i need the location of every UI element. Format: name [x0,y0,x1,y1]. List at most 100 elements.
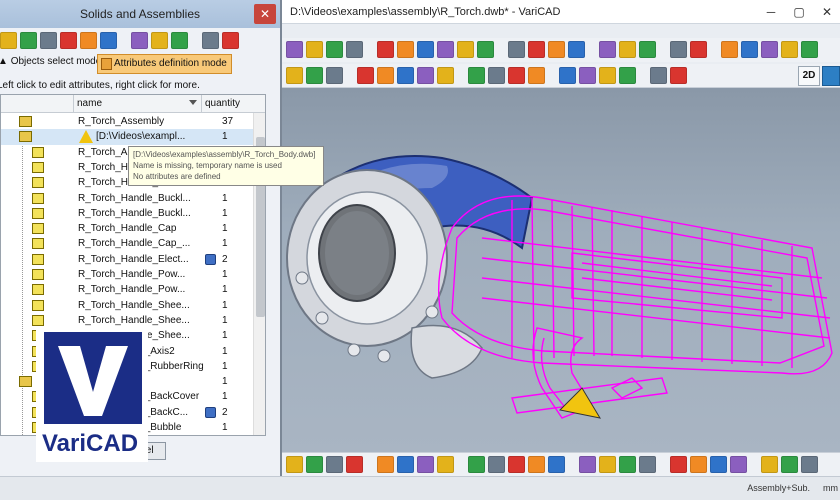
second-toolbar-tool-icon[interactable] [670,67,687,84]
bottom-toolbar-tool-icon[interactable] [730,456,747,473]
dialog-toolbar-tool-icon[interactable] [0,32,17,49]
bottom-toolbar-tool-icon[interactable] [761,456,778,473]
top-toolbar-tool-icon[interactable] [306,41,323,58]
bottom-toolbar-tool-icon[interactable] [548,456,565,473]
bottom-toolbar-tool-icon[interactable] [528,456,545,473]
top-toolbar-tool-icon[interactable] [619,41,636,58]
second-toolbar-tool-icon[interactable] [377,67,394,84]
dialog-toolbar-tool-icon[interactable] [202,32,219,49]
bottom-toolbar-tool-icon[interactable] [639,456,656,473]
bottom-toolbar-tool-icon[interactable] [670,456,687,473]
second-toolbar-tool-icon[interactable] [326,67,343,84]
bottom-toolbar-tool-icon[interactable] [801,456,818,473]
top-toolbar-tool-icon[interactable] [599,41,616,58]
second-toolbar-tool-icon[interactable] [306,67,323,84]
bottom-toolbar-tool-icon[interactable] [508,456,525,473]
dialog-toolbar-tool-icon[interactable] [151,32,168,49]
top-toolbar-tool-icon[interactable] [548,41,565,58]
3d-viewport[interactable] [282,88,840,452]
bottom-toolbar-tool-icon[interactable] [619,456,636,473]
bottom-toolbar-tool-icon[interactable] [710,456,727,473]
second-toolbar-tool-icon[interactable] [286,67,303,84]
second-toolbar-tool-icon[interactable] [357,67,374,84]
second-toolbar-tool-icon[interactable] [528,67,545,84]
second-toolbar-tool-icon[interactable] [397,67,414,84]
top-toolbar-tool-icon[interactable] [346,41,363,58]
dialog-toolbar-tool-icon[interactable] [80,32,97,49]
top-toolbar-tool-icon[interactable] [568,41,585,58]
bottom-toolbar-tool-icon[interactable] [377,456,394,473]
minimize-icon[interactable]: ─ [758,0,784,24]
top-toolbar-tool-icon[interactable] [508,41,525,58]
top-toolbar-tool-icon[interactable] [477,41,494,58]
second-toolbar-tool-icon[interactable] [619,67,636,84]
bottom-toolbar-tool-icon[interactable] [488,456,505,473]
second-toolbar-tool-icon[interactable] [599,67,616,84]
tree-row[interactable]: R_Torch_Handle_Cap 1 [1,221,265,236]
bottom-toolbar-tool-icon[interactable] [326,456,343,473]
top-toolbar-tool-icon[interactable] [690,41,707,58]
bottom-toolbar-tool-icon[interactable] [468,456,485,473]
dialog-close-icon[interactable]: ✕ [254,4,276,24]
tree-row[interactable]: R_Torch_Handle_Buckl... 1 [1,206,265,221]
tree-row[interactable]: R_Torch_Handle_Buckl... 1 [1,191,265,206]
objects-select-mode-button[interactable]: ▲ Objects select mode [0,56,101,67]
bottom-toolbar-tool-icon[interactable] [437,456,454,473]
top-toolbar-tool-icon[interactable] [437,41,454,58]
tree-row[interactable]: [D:\Videos\exampl... 1 [1,129,265,145]
bottom-toolbar-tool-icon[interactable] [599,456,616,473]
bottom-toolbar-tool-icon[interactable] [579,456,596,473]
maximize-icon[interactable]: ▢ [786,0,812,24]
tree-row[interactable]: R_Torch_Handle_Shee... 1 [1,298,265,313]
bottom-toolbar-tool-icon[interactable] [690,456,707,473]
3d-mode-button[interactable] [822,66,840,86]
bottom-toolbar-tool-icon[interactable] [781,456,798,473]
top-toolbar-tool-icon[interactable] [457,41,474,58]
sort-arrow-icon[interactable] [189,100,197,105]
column-header-quantity[interactable]: quantity [201,95,253,113]
2d-mode-button[interactable]: 2D [798,66,820,86]
top-toolbar-tool-icon[interactable] [377,41,394,58]
close-icon[interactable]: ✕ [814,0,840,24]
second-toolbar-tool-icon[interactable] [417,67,434,84]
second-toolbar-tool-icon[interactable] [650,67,667,84]
bottom-toolbar-tool-icon[interactable] [397,456,414,473]
tree-row[interactable]: R_Torch_Handle_Elect... 2 [1,252,265,267]
dialog-toolbar-tool-icon[interactable] [222,32,239,49]
second-toolbar-tool-icon[interactable] [468,67,485,84]
top-toolbar-tool-icon[interactable] [639,41,656,58]
dialog-titlebar[interactable]: Solids and Assemblies ✕ [0,0,280,28]
top-toolbar-tool-icon[interactable] [528,41,545,58]
tree-row[interactable]: R_Torch_Assembly 37 [1,114,265,129]
dialog-toolbar-tool-icon[interactable] [100,32,117,49]
bottom-toolbar-tool-icon[interactable] [306,456,323,473]
dialog-toolbar-tool-icon[interactable] [131,32,148,49]
tree-row[interactable]: R_Torch_Handle_Pow... 1 [1,267,265,282]
top-toolbar-tool-icon[interactable] [417,41,434,58]
dialog-toolbar-tool-icon[interactable] [40,32,57,49]
second-toolbar-tool-icon[interactable] [559,67,576,84]
top-toolbar-tool-icon[interactable] [781,41,798,58]
top-toolbar-tool-icon[interactable] [286,41,303,58]
dialog-toolbar-tool-icon[interactable] [20,32,37,49]
top-toolbar-tool-icon[interactable] [761,41,778,58]
top-toolbar-tool-icon[interactable] [326,41,343,58]
top-toolbar-tool-icon[interactable] [670,41,687,58]
top-toolbar-tool-icon[interactable] [741,41,758,58]
column-header-name[interactable]: name [73,95,203,113]
second-toolbar-tool-icon[interactable] [488,67,505,84]
dialog-toolbar-tool-icon[interactable] [171,32,188,49]
tree-row[interactable]: R_Torch_Handle_Cap_... 1 [1,236,265,251]
top-toolbar-tool-icon[interactable] [397,41,414,58]
top-toolbar-tool-icon[interactable] [721,41,738,58]
tree-row[interactable]: R_Torch_Handle_Shee... 1 [1,313,265,328]
top-toolbar-tool-icon[interactable] [801,41,818,58]
attributes-definition-mode-button[interactable]: Attributes definition mode [97,54,232,74]
bottom-toolbar-tool-icon[interactable] [346,456,363,473]
dialog-toolbar-tool-icon[interactable] [60,32,77,49]
second-toolbar-tool-icon[interactable] [508,67,525,84]
second-toolbar-tool-icon[interactable] [579,67,596,84]
bottom-toolbar-tool-icon[interactable] [417,456,434,473]
bottom-toolbar-tool-icon[interactable] [286,456,303,473]
tree-row[interactable]: R_Torch_Handle_Pow... 1 [1,282,265,297]
